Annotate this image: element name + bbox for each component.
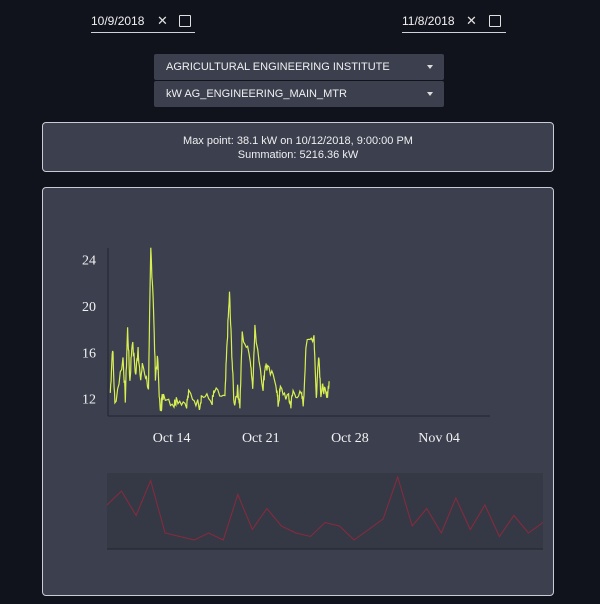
meter-dropdown-label: kW AG_ENGINEERING_MAIN_MTR	[166, 88, 347, 100]
meter-dropdown[interactable]: kW AG_ENGINEERING_MAIN_MTR	[154, 81, 444, 107]
y-tick-label: 12	[82, 393, 96, 408]
building-dropdown-label: AGRICULTURAL ENGINEERING INSTITUTE	[166, 61, 390, 73]
start-date-value[interactable]: 10/9/2018	[91, 14, 144, 28]
x-tick-label: Oct 14	[153, 431, 191, 446]
main-chart: 12 16 20 24 Oct 14 Oct 21 Oct 28 Nov 04	[82, 247, 490, 446]
power-series-line	[109, 247, 330, 412]
clear-icon[interactable]: ✕	[157, 13, 168, 29]
clear-icon[interactable]: ✕	[466, 13, 477, 29]
chart-panel: 12 16 20 24 Oct 14 Oct 21 Oct 28 Nov 04	[42, 187, 554, 596]
end-date-value[interactable]: 11/8/2018	[402, 14, 455, 28]
y-tick-label: 16	[82, 346, 96, 361]
x-tick-label: Nov 04	[418, 431, 460, 446]
checkbox-icon[interactable]	[489, 15, 501, 27]
y-tick-label: 20	[82, 300, 96, 315]
caret-down-icon	[427, 92, 433, 96]
summary-panel: Max point: 38.1 kW on 10/12/2018, 9:00:0…	[42, 122, 554, 172]
building-dropdown[interactable]: AGRICULTURAL ENGINEERING INSTITUTE	[154, 54, 444, 80]
x-tick-label: Oct 28	[331, 431, 369, 446]
start-date-picker[interactable]: 10/9/2018 ✕	[91, 10, 195, 33]
summation-text: Summation: 5216.36 kW	[237, 149, 359, 161]
power-chart[interactable]: 12 16 20 24 Oct 14 Oct 21 Oct 28 Nov 04	[43, 188, 553, 595]
x-tick-label: Oct 21	[242, 431, 280, 446]
end-date-picker[interactable]: 11/8/2018 ✕	[402, 10, 506, 33]
overview-background	[107, 473, 543, 549]
max-point-text: Max point: 38.1 kW on 10/12/2018, 9:00:0…	[183, 135, 413, 147]
overview-chart	[106, 473, 544, 550]
y-tick-label: 24	[82, 254, 96, 269]
caret-down-icon	[427, 65, 433, 69]
checkbox-icon[interactable]	[179, 15, 191, 27]
